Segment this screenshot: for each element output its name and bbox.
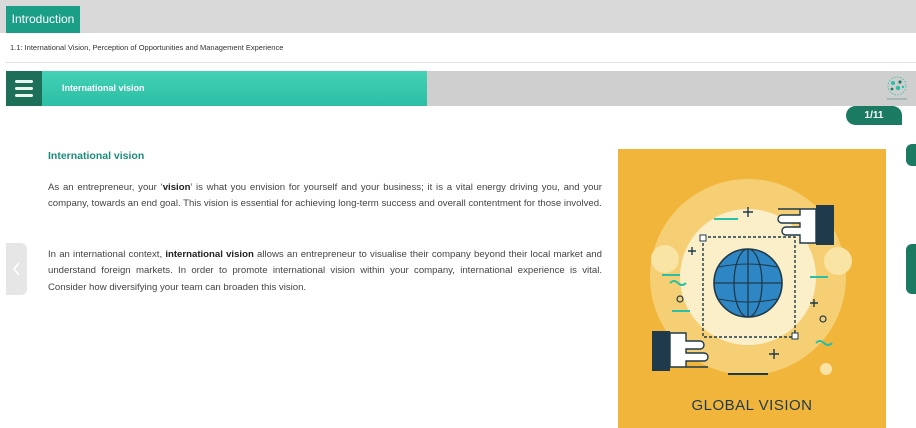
global-vision-illustration: GLOBAL VISION bbox=[618, 149, 886, 428]
tab-introduction[interactable]: Introduction bbox=[6, 6, 80, 33]
section-title-bar: International vision bbox=[6, 71, 916, 106]
bold-international-vision: international vision bbox=[165, 249, 254, 260]
top-tab-bar: Introduction bbox=[0, 0, 916, 33]
paragraph-2: In an international context, internation… bbox=[48, 249, 602, 293]
next-page-button[interactable] bbox=[906, 244, 916, 294]
hamburger-icon bbox=[15, 87, 33, 90]
hamburger-icon bbox=[15, 94, 33, 97]
bold-vision: vision bbox=[162, 182, 191, 193]
side-tab-button[interactable] bbox=[906, 144, 916, 166]
breadcrumb: 1.1: International Vision, Perception of… bbox=[10, 43, 284, 52]
chevron-left-icon bbox=[13, 262, 20, 276]
divider bbox=[6, 62, 916, 63]
page-counter: 1/11 bbox=[846, 106, 902, 125]
paragraph-1: As an entrepreneur, your ‘vision’ is wha… bbox=[48, 182, 602, 210]
illustration-caption: GLOBAL VISION bbox=[691, 397, 813, 414]
global-vision-artwork bbox=[618, 149, 886, 428]
previous-page-button[interactable] bbox=[6, 243, 27, 295]
hamburger-icon bbox=[15, 80, 33, 83]
section-title: International vision bbox=[62, 83, 145, 93]
menu-button[interactable] bbox=[6, 71, 42, 106]
content-heading: International vision bbox=[48, 150, 145, 162]
globe-logo-icon bbox=[887, 76, 907, 100]
